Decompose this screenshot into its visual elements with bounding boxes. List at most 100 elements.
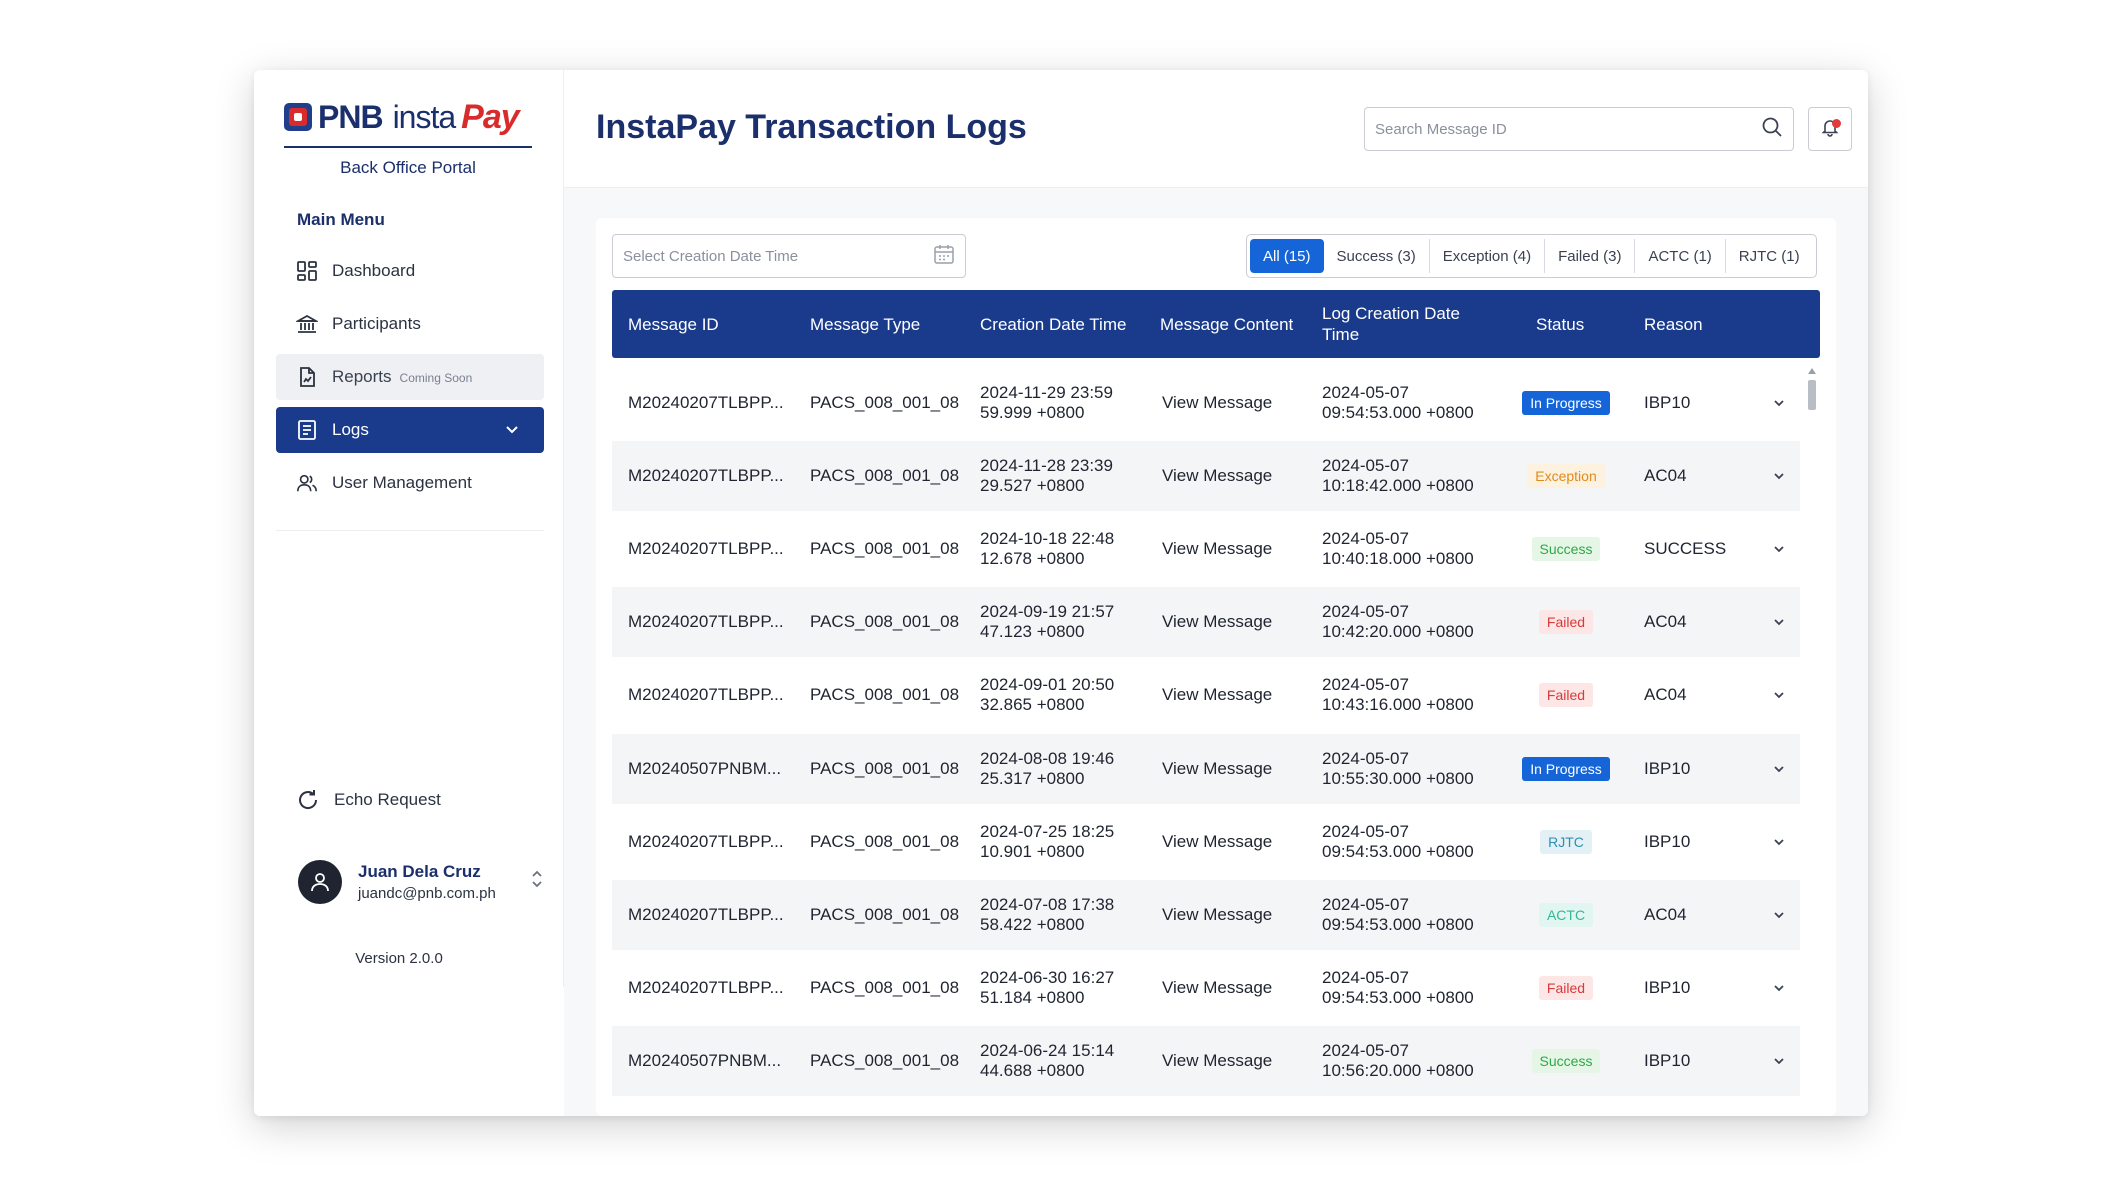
portal-name: Back Office Portal (340, 158, 476, 177)
log-date-line: 2024-05-07 (1322, 1041, 1409, 1060)
expand-row-chevron-icon[interactable] (1772, 687, 1786, 707)
status-badge: In Progress (1522, 757, 1610, 781)
expand-row-chevron-icon[interactable] (1772, 541, 1786, 561)
creation-date-cell: 2024-09-19 21:57 47.123 +0800 (980, 587, 1114, 657)
scrollbar-thumb[interactable] (1808, 380, 1816, 410)
column-header-creation-date-time[interactable]: Creation Date Time (980, 290, 1126, 358)
expand-row-chevron-icon[interactable] (1772, 834, 1786, 854)
table-row[interactable]: 2024-05-21 14:03 2024-05-07 (612, 1099, 1800, 1116)
status-cell: RJTC (1506, 807, 1626, 877)
sidebar-item-user-management[interactable]: User Management (276, 460, 544, 506)
creation-date-cell: 2024-07-25 18:25 10.901 +0800 (980, 807, 1114, 877)
column-header-message-id[interactable]: Message ID (628, 290, 719, 358)
expand-row-chevron-icon[interactable] (1772, 468, 1786, 488)
notifications-button[interactable] (1808, 107, 1852, 151)
dashboard-icon (296, 260, 318, 282)
table-row[interactable]: M20240207TLBPP... PACS_008_001_08 2024-0… (612, 953, 1800, 1023)
coming-soon-tag: Coming Soon (399, 371, 473, 385)
log-date-line: 2024-05-07 (1322, 602, 1409, 621)
column-header-log-creation-date-time[interactable]: Log Creation Date Time (1322, 290, 1472, 358)
expand-row-chevron-icon[interactable] (1772, 1053, 1786, 1073)
view-message-link[interactable]: View Message (1162, 587, 1272, 657)
table-row[interactable]: M20240207TLBPP... PACS_008_001_08 2024-1… (612, 368, 1800, 438)
creation-date-line: 2024-10-18 22:48 (980, 529, 1115, 548)
expand-row-chevron-icon[interactable] (1772, 614, 1786, 634)
scroll-up-arrow-icon[interactable] (1808, 368, 1816, 374)
tab-failed[interactable]: Failed (3) (1544, 239, 1634, 273)
log-date-line: 2024-05-07 (1322, 822, 1409, 841)
sidebar-item-logs[interactable]: Logs (276, 407, 544, 453)
status-badge: Failed (1538, 683, 1594, 707)
status-badge: ACTC (1538, 903, 1594, 927)
column-header-status[interactable]: Status (1536, 290, 1584, 358)
view-message-link[interactable]: View Message (1162, 880, 1272, 950)
sidebar-item-dashboard[interactable]: Dashboard (276, 248, 544, 294)
logo-pnb-text: PNB (318, 98, 384, 135)
expand-row-chevron-icon[interactable] (1772, 907, 1786, 927)
tab-actc[interactable]: ACTC (1) (1634, 239, 1724, 273)
table-row[interactable]: M20240507PNBM... PACS_008_001_08 2024-08… (612, 734, 1800, 804)
view-message-link[interactable]: View Message (1162, 953, 1272, 1023)
reason-cell: AC04 (1644, 612, 1687, 631)
view-message-link[interactable]: View Message (1162, 441, 1272, 511)
table-row[interactable]: M20240507PNBM... PACS_008_001_08 2024-06… (612, 1026, 1800, 1096)
message-type-cell: PACS_008_001_08 (810, 905, 960, 924)
status-badge: RJTC (1540, 830, 1592, 854)
chevron-up-down-icon[interactable] (530, 869, 544, 894)
pnb-instapay-logo: PNB insta Pay (284, 96, 520, 138)
sidebar-item-label: Participants (332, 314, 421, 333)
log-time-line: 10:56:20.000 +0800 (1322, 1061, 1474, 1080)
creation-date-cell: 2024-11-28 23:39 29.527 +0800 (980, 441, 1113, 511)
message-id-cell: M20240207TLBPP... (628, 905, 784, 924)
expand-row-chevron-icon[interactable] (1772, 395, 1786, 415)
tab-success[interactable]: Success (3) (1324, 239, 1429, 273)
table-row[interactable]: M20240207TLBPP... PACS_008_001_08 2024-0… (612, 880, 1800, 950)
log-date-line: 2024-05-07 (1322, 968, 1409, 987)
view-message-link[interactable]: View Message (1162, 514, 1272, 584)
log-time-line: 09:54:53.000 +0800 (1322, 988, 1474, 1007)
user-profile[interactable]: Juan Dela Cruz juandc@pnb.com.ph (298, 857, 544, 907)
view-message-link[interactable]: View Message (1162, 807, 1272, 877)
creation-date-line: 2024-08-08 19:46 (980, 749, 1115, 768)
log-date-line: 2024-05-07 (1322, 383, 1409, 402)
log-time-line: 09:54:53.000 +0800 (1322, 842, 1474, 861)
message-type-cell: PACS_008_001_08 (810, 832, 960, 851)
view-message-link[interactable]: View Message (1162, 1026, 1272, 1096)
message-id-cell: M20240207TLBPP... (628, 685, 784, 704)
table-row[interactable]: M20240207TLBPP... PACS_008_001_08 2024-0… (612, 807, 1800, 877)
vertical-scrollbar[interactable] (1806, 368, 1818, 1116)
log-creation-date-cell: 2024-05-07 10:42:20.000 +0800 (1322, 587, 1474, 657)
table-row[interactable]: M20240207TLBPP... PACS_008_001_08 2024-0… (612, 587, 1800, 657)
column-header-message-content[interactable]: Message Content (1160, 290, 1293, 358)
reason-cell: AC04 (1644, 685, 1687, 704)
report-icon (296, 366, 318, 388)
message-id-cell: M20240207TLBPP... (628, 832, 784, 851)
echo-request-button[interactable]: Echo Request (296, 788, 441, 812)
sidebar-item-reports[interactable]: Reports Coming Soon (276, 354, 544, 400)
tab-rjtc[interactable]: RJTC (1) (1724, 239, 1813, 273)
expand-row-chevron-icon[interactable] (1772, 980, 1786, 1000)
status-badge: In Progress (1522, 391, 1610, 415)
column-header-message-type[interactable]: Message Type (810, 290, 920, 358)
calendar-icon[interactable] (933, 243, 955, 270)
table-row[interactable]: M20240207TLBPP... PACS_008_001_08 2024-0… (612, 660, 1800, 730)
table-row[interactable]: M20240207TLBPP... PACS_008_001_08 2024-1… (612, 441, 1800, 511)
message-type-cell: PACS_008_001_08 (810, 466, 960, 485)
status-cell (1506, 1099, 1626, 1116)
sidebar-item-participants[interactable]: Participants (276, 301, 544, 347)
tab-all[interactable]: All (15) (1250, 239, 1324, 273)
sidebar-item-label: User Management (332, 473, 472, 492)
search-icon[interactable] (1761, 116, 1783, 143)
view-message-link[interactable]: View Message (1162, 368, 1272, 438)
search-input[interactable] (1375, 120, 1761, 138)
message-type-cell: PACS_008_001_08 (810, 1051, 960, 1070)
creation-date-input[interactable] (623, 247, 933, 265)
tab-exception[interactable]: Exception (4) (1428, 239, 1544, 273)
reason-cell: IBP10 (1644, 393, 1691, 412)
view-message-link[interactable]: View Message (1162, 660, 1272, 730)
column-header-reason[interactable]: Reason (1644, 290, 1703, 358)
view-message-link[interactable]: View Message (1162, 734, 1272, 804)
expand-row-chevron-icon[interactable] (1772, 761, 1786, 781)
notification-dot (1832, 119, 1841, 128)
table-row[interactable]: M20240207TLBPP... PACS_008_001_08 2024-1… (612, 514, 1800, 584)
